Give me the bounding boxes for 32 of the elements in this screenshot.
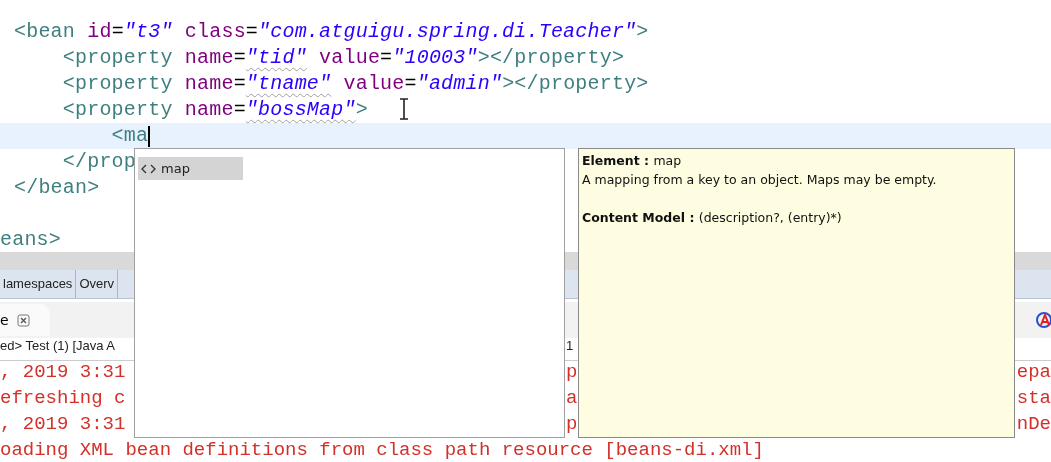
console-text: efreshing c xyxy=(0,387,127,411)
code-line: <bean id="t3" class="com.atguigu.spring.di.Teacher"> xyxy=(14,19,649,45)
console-text: a xyxy=(566,387,579,411)
code-line: <property name="tid" value="10003"></property> xyxy=(61,45,625,71)
text-cursor-icon xyxy=(399,98,409,120)
code-line: </prop xyxy=(61,149,137,175)
console-text: p xyxy=(566,361,579,385)
element-icon xyxy=(141,163,156,174)
code-line: <property name="tname" value="admin"></property> xyxy=(61,71,649,97)
code-line: <ma xyxy=(110,123,149,149)
console-text: nDe xyxy=(1016,413,1051,437)
editor-tab[interactable]: lamespaces xyxy=(0,270,77,298)
tooltip-text: Element : map xyxy=(582,152,683,170)
console-text: p xyxy=(566,413,579,437)
code-line: <property name="bossMap"> xyxy=(61,97,368,123)
console-tab[interactable]: e xyxy=(0,304,50,336)
completion-item[interactable]: map xyxy=(138,157,243,180)
tooltip-text: A mapping from a key to an object. Maps may be empty. xyxy=(582,171,938,189)
close-icon[interactable] xyxy=(16,313,30,327)
code-line: eans> xyxy=(0,227,61,253)
console-text: , 2019 3:31 xyxy=(0,361,127,385)
console-title: 1 xyxy=(566,338,575,355)
text-caret xyxy=(148,125,151,147)
editor-tab[interactable]: Overv xyxy=(76,270,119,298)
code-line: </bean> xyxy=(14,175,100,201)
console-text: epa xyxy=(1016,361,1051,385)
ring-icon[interactable] xyxy=(1035,311,1051,329)
console-text: , 2019 3:31 xyxy=(0,413,127,437)
tooltip-text: Content Model : (description?, (entry)*) xyxy=(582,209,843,227)
console-text: oading XML bean definitions from class path resource [beans-di.xml] xyxy=(0,439,765,462)
console-title: ed> Test (1) [Java A xyxy=(0,338,117,355)
console-text: sta xyxy=(1016,387,1051,411)
